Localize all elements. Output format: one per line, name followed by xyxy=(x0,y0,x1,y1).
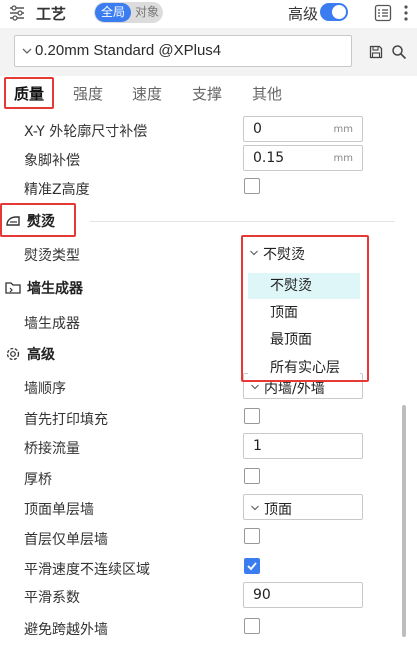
scrollbar[interactable] xyxy=(402,405,406,637)
scope-switch[interactable]: 全局 对象 xyxy=(94,2,163,23)
avoid-crossing-wall-label: 避免跨越外墙 xyxy=(24,622,108,638)
preset-value: 0.20mm Standard @XPlus4 xyxy=(35,42,222,59)
setting-row: 厚桥 xyxy=(0,464,417,494)
input-value: 0.15 xyxy=(253,150,285,166)
section-title: 高级 xyxy=(27,347,55,363)
xy-contour-compensation-input[interactable]: 0 mm xyxy=(243,116,363,142)
infill-first-label: 首先打印填充 xyxy=(24,412,108,428)
process-settings-icon xyxy=(10,5,24,21)
precise-z-checkbox[interactable] xyxy=(244,178,260,194)
settings-tabs: 质量 强度 速度 支撑 其他 xyxy=(0,76,417,110)
preset-select[interactable]: 0.20mm Standard @XPlus4 xyxy=(14,35,352,67)
bridge-flow-label: 桥接流量 xyxy=(24,441,80,457)
input-value: 90 xyxy=(253,587,271,603)
smooth-coefficient-input[interactable]: 90 xyxy=(243,582,363,608)
search-icon[interactable] xyxy=(391,44,407,60)
scope-global-button[interactable]: 全局 xyxy=(95,3,131,22)
top-one-wall-label: 顶面单层墙 xyxy=(24,502,94,518)
setting-row: X-Y 外轮廓尺寸补偿 0 mm xyxy=(0,116,417,146)
gear-icon xyxy=(6,347,20,361)
tab-speed[interactable]: 速度 xyxy=(132,83,162,104)
ironing-dropdown-highlight xyxy=(241,235,369,382)
wall-generator-icon xyxy=(5,282,21,294)
wall-generator-label: 墙生成器 xyxy=(24,316,80,332)
more-options-icon[interactable] xyxy=(401,3,411,23)
bridge-flow-input[interactable]: 1 xyxy=(243,433,363,459)
first-layer-one-wall-checkbox[interactable] xyxy=(244,528,260,544)
precise-z-label: 精准Z高度 xyxy=(24,182,90,198)
process-header: 工艺 全局 对象 高级 xyxy=(0,0,417,26)
tab-strength[interactable]: 强度 xyxy=(73,83,103,104)
tab-quality-highlight xyxy=(4,77,54,109)
process-title: 工艺 xyxy=(36,5,67,23)
setting-row: 顶面单层墙 顶面 xyxy=(0,494,417,524)
setting-row: 首层仅单层墙 xyxy=(0,524,417,554)
advanced-toggle[interactable] xyxy=(320,3,348,21)
first-layer-one-wall-label: 首层仅单层墙 xyxy=(24,532,108,548)
infill-first-checkbox[interactable] xyxy=(244,408,260,424)
smooth-speed-label: 平滑速度不连续区域 xyxy=(24,562,150,578)
setting-row: 精准Z高度 xyxy=(0,174,417,204)
thick-bridge-checkbox[interactable] xyxy=(244,468,260,484)
toggle-knob xyxy=(332,5,346,19)
section-ironing: 熨烫 xyxy=(0,203,417,237)
advanced-label: 高级 xyxy=(288,5,319,23)
top-one-wall-select[interactable]: 顶面 xyxy=(243,494,363,520)
elephant-foot-input[interactable]: 0.15 mm xyxy=(243,145,363,171)
scope-object-button[interactable]: 对象 xyxy=(132,3,162,22)
input-unit: mm xyxy=(333,124,353,135)
chevron-down-icon xyxy=(251,505,259,511)
smooth-speed-checkbox[interactable] xyxy=(244,558,260,574)
thick-bridge-label: 厚桥 xyxy=(24,472,52,488)
wall-order-label: 墙顺序 xyxy=(24,381,66,397)
smooth-coefficient-label: 平滑系数 xyxy=(24,590,80,606)
setting-row: 象脚补偿 0.15 mm xyxy=(0,145,417,175)
section-divider xyxy=(90,221,395,222)
xy-contour-compensation-label: X-Y 外轮廓尺寸补偿 xyxy=(24,124,148,140)
input-value: 0 xyxy=(253,121,262,137)
section-ironing-highlight xyxy=(0,203,76,237)
tab-others[interactable]: 其他 xyxy=(252,83,282,104)
checkmark-icon xyxy=(247,562,257,571)
setting-row: 首先打印填充 xyxy=(0,404,417,434)
setting-row: 平滑系数 90 xyxy=(0,582,417,612)
section-title: 墙生成器 xyxy=(27,281,83,297)
setting-row: 桥接流量 1 xyxy=(0,433,417,463)
avoid-crossing-wall-checkbox[interactable] xyxy=(244,618,260,634)
tab-support[interactable]: 支撑 xyxy=(192,83,222,104)
compare-list-icon[interactable] xyxy=(374,4,392,22)
chevron-down-icon xyxy=(22,48,32,54)
setting-row: 避免跨越外墙 xyxy=(0,614,417,644)
ironing-type-label: 熨烫类型 xyxy=(24,248,80,264)
input-unit: mm xyxy=(333,153,353,164)
save-icon[interactable] xyxy=(369,45,383,59)
setting-row: 平滑速度不连续区域 xyxy=(0,554,417,584)
input-value: 1 xyxy=(253,438,262,454)
preset-bar: 0.20mm Standard @XPlus4 xyxy=(0,28,417,76)
elephant-foot-label: 象脚补偿 xyxy=(24,153,80,169)
chevron-down-icon xyxy=(251,384,259,390)
top-one-wall-value: 顶面 xyxy=(264,502,292,518)
